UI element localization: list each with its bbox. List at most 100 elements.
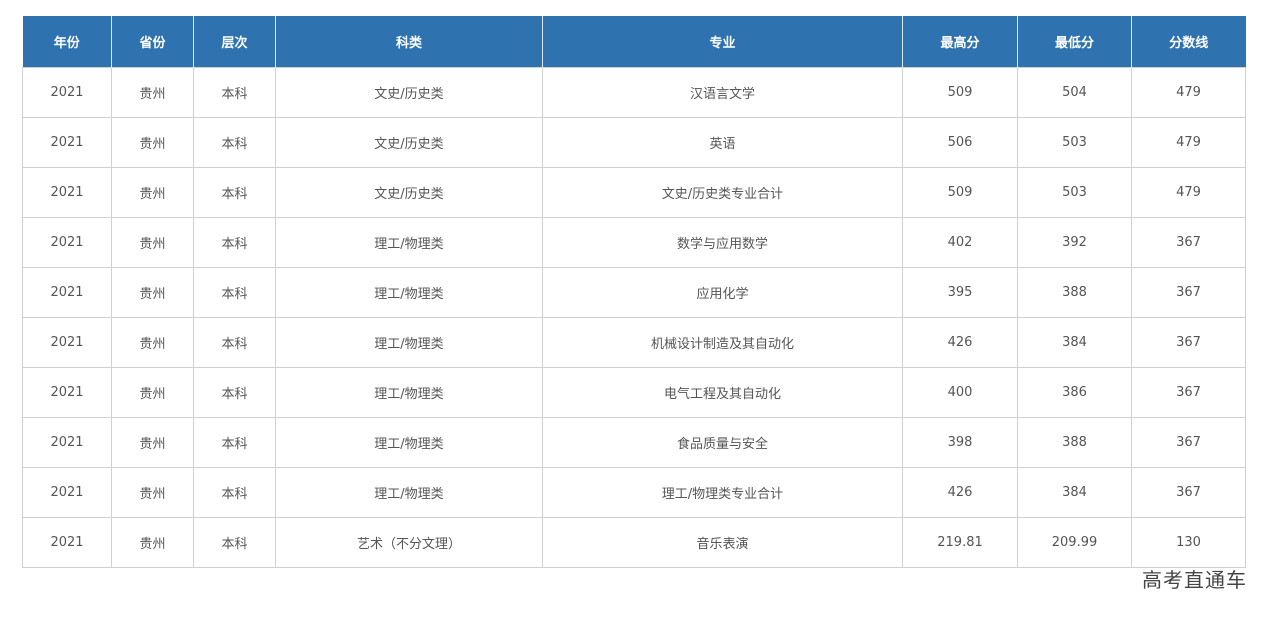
cell-cutoff: 479 [1131, 117, 1246, 168]
table-row: 2021 贵州 本科 理工/物理类 电气工程及其自动化 400 386 367 [22, 367, 1246, 418]
cell-category: 文史/历史类 [275, 167, 543, 218]
cell-cutoff: 367 [1131, 417, 1246, 468]
cell-category: 理工/物理类 [275, 217, 543, 268]
cell-year: 2021 [22, 317, 112, 368]
header-min-score: 最低分 [1017, 16, 1132, 68]
cell-max-score: 402 [902, 217, 1018, 268]
cell-min-score: 503 [1017, 117, 1132, 168]
cell-major: 理工/物理类专业合计 [542, 467, 903, 518]
cell-major: 机械设计制造及其自动化 [542, 317, 903, 368]
header-category: 科类 [275, 16, 543, 68]
cell-major: 电气工程及其自动化 [542, 367, 903, 418]
cell-major: 音乐表演 [542, 517, 903, 568]
header-major: 专业 [542, 16, 903, 68]
cell-year: 2021 [22, 217, 112, 268]
cell-min-score: 384 [1017, 317, 1132, 368]
cell-category: 文史/历史类 [275, 67, 543, 118]
cell-min-score: 386 [1017, 367, 1132, 418]
cell-max-score: 395 [902, 267, 1018, 318]
cell-max-score: 426 [902, 467, 1018, 518]
cell-major: 数学与应用数学 [542, 217, 903, 268]
cell-max-score: 509 [902, 167, 1018, 218]
header-cutoff: 分数线 [1131, 16, 1246, 68]
cell-category: 理工/物理类 [275, 367, 543, 418]
header-year: 年份 [22, 16, 112, 68]
table-row: 2021 贵州 本科 文史/历史类 汉语言文学 509 504 479 [22, 67, 1246, 118]
table-row: 2021 贵州 本科 理工/物理类 数学与应用数学 402 392 367 [22, 217, 1246, 268]
cell-level: 本科 [193, 317, 276, 368]
cell-province: 贵州 [111, 217, 194, 268]
cell-level: 本科 [193, 167, 276, 218]
cell-category: 理工/物理类 [275, 467, 543, 518]
cell-province: 贵州 [111, 417, 194, 468]
cell-cutoff: 367 [1131, 367, 1246, 418]
cell-max-score: 219.81 [902, 517, 1018, 568]
cell-year: 2021 [22, 67, 112, 118]
cell-max-score: 398 [902, 417, 1018, 468]
table-row: 2021 贵州 本科 理工/物理类 理工/物理类专业合计 426 384 367 [22, 467, 1246, 518]
cell-category: 理工/物理类 [275, 417, 543, 468]
cell-level: 本科 [193, 517, 276, 568]
cell-min-score: 388 [1017, 417, 1132, 468]
cell-cutoff: 479 [1131, 167, 1246, 218]
cell-major: 食品质量与安全 [542, 417, 903, 468]
cell-year: 2021 [22, 167, 112, 218]
cell-level: 本科 [193, 367, 276, 418]
cell-category: 理工/物理类 [275, 267, 543, 318]
cell-province: 贵州 [111, 167, 194, 218]
table-row: 2021 贵州 本科 理工/物理类 食品质量与安全 398 388 367 [22, 417, 1246, 468]
table-row: 2021 贵州 本科 文史/历史类 英语 506 503 479 [22, 117, 1246, 168]
cell-year: 2021 [22, 467, 112, 518]
cell-min-score: 384 [1017, 467, 1132, 518]
cell-max-score: 509 [902, 67, 1018, 118]
cell-level: 本科 [193, 67, 276, 118]
cell-cutoff: 367 [1131, 267, 1246, 318]
cell-min-score: 504 [1017, 67, 1132, 118]
watermark-text: 高考直通车 [1142, 568, 1247, 592]
cell-province: 贵州 [111, 517, 194, 568]
cell-province: 贵州 [111, 367, 194, 418]
table-body: 2021 贵州 本科 文史/历史类 汉语言文学 509 504 479 2021 贵州 本科 文史/历… [22, 67, 1246, 568]
cell-max-score: 400 [902, 367, 1018, 418]
cell-level: 本科 [193, 417, 276, 468]
cell-year: 2021 [22, 517, 112, 568]
cell-province: 贵州 [111, 317, 194, 368]
header-province: 省份 [111, 16, 194, 68]
cell-year: 2021 [22, 367, 112, 418]
cell-cutoff: 367 [1131, 217, 1246, 268]
cell-category: 文史/历史类 [275, 117, 543, 168]
cell-min-score: 392 [1017, 217, 1132, 268]
cell-level: 本科 [193, 467, 276, 518]
cell-major: 应用化学 [542, 267, 903, 318]
cell-level: 本科 [193, 267, 276, 318]
cell-province: 贵州 [111, 267, 194, 318]
cell-min-score: 503 [1017, 167, 1132, 218]
table-row: 2021 贵州 本科 理工/物理类 机械设计制造及其自动化 426 384 367 [22, 317, 1246, 368]
cell-max-score: 426 [902, 317, 1018, 368]
table-row: 2021 贵州 本科 文史/历史类 文史/历史类专业合计 509 503 479 [22, 167, 1246, 218]
cell-province: 贵州 [111, 467, 194, 518]
cell-cutoff: 367 [1131, 467, 1246, 518]
cell-year: 2021 [22, 267, 112, 318]
cell-year: 2021 [22, 117, 112, 168]
header-row: 年份 省份 层次 科类 专业 最高分 最低分 分数线 [22, 16, 1246, 68]
cell-province: 贵州 [111, 67, 194, 118]
cell-cutoff: 130 [1131, 517, 1246, 568]
cell-min-score: 209.99 [1017, 517, 1132, 568]
table-header: 年份 省份 层次 科类 专业 最高分 最低分 分数线 [22, 16, 1246, 68]
table-row: 2021 贵州 本科 理工/物理类 应用化学 395 388 367 [22, 267, 1246, 318]
cell-category: 艺术（不分文理） [275, 517, 543, 568]
cell-major: 文史/历史类专业合计 [542, 167, 903, 218]
cell-level: 本科 [193, 217, 276, 268]
cell-province: 贵州 [111, 117, 194, 168]
cell-max-score: 506 [902, 117, 1018, 168]
cell-category: 理工/物理类 [275, 317, 543, 368]
admission-score-table: 年份 省份 层次 科类 专业 最高分 最低分 分数线 2021 贵州 本科 文史/历史… [22, 16, 1246, 568]
cell-cutoff: 479 [1131, 67, 1246, 118]
cell-level: 本科 [193, 117, 276, 168]
cell-major: 英语 [542, 117, 903, 168]
header-level: 层次 [193, 16, 276, 68]
cell-major: 汉语言文学 [542, 67, 903, 118]
cell-min-score: 388 [1017, 267, 1132, 318]
cell-cutoff: 367 [1131, 317, 1246, 368]
